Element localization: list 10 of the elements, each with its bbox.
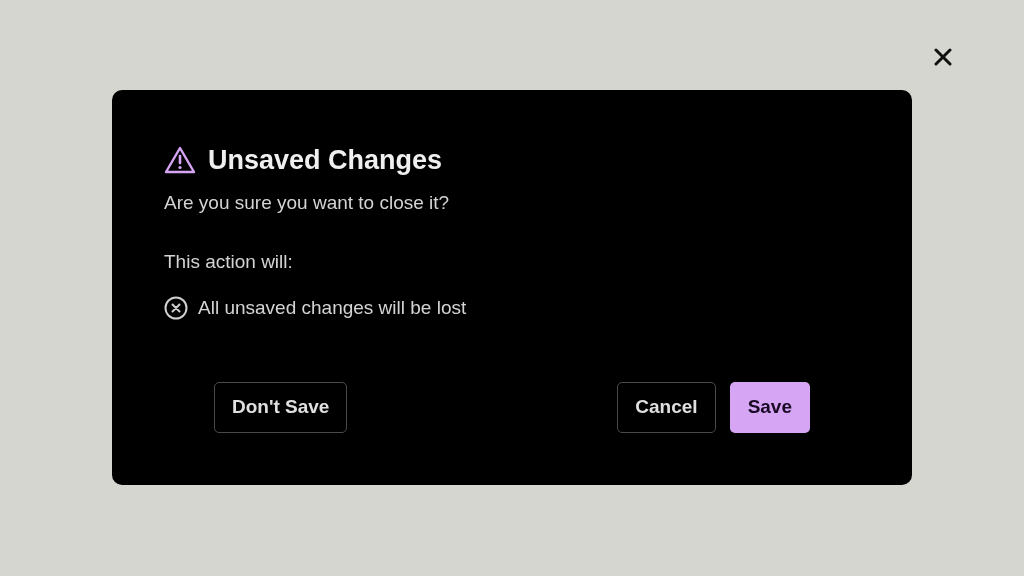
dont-save-button[interactable]: Don't Save	[214, 382, 348, 433]
save-button[interactable]: Save	[729, 382, 810, 433]
close-icon	[934, 48, 952, 66]
warning-icon	[164, 146, 196, 174]
dialog-title: Unsaved Changes	[208, 146, 443, 174]
dialog-message: Are you sure you want to close it?	[164, 191, 451, 215]
x-circle-icon	[164, 296, 188, 321]
list-heading: This action will:	[164, 249, 294, 274]
cancel-button[interactable]: Cancel	[617, 382, 716, 433]
consequence-text: All unsaved changes will be lost	[198, 296, 467, 320]
